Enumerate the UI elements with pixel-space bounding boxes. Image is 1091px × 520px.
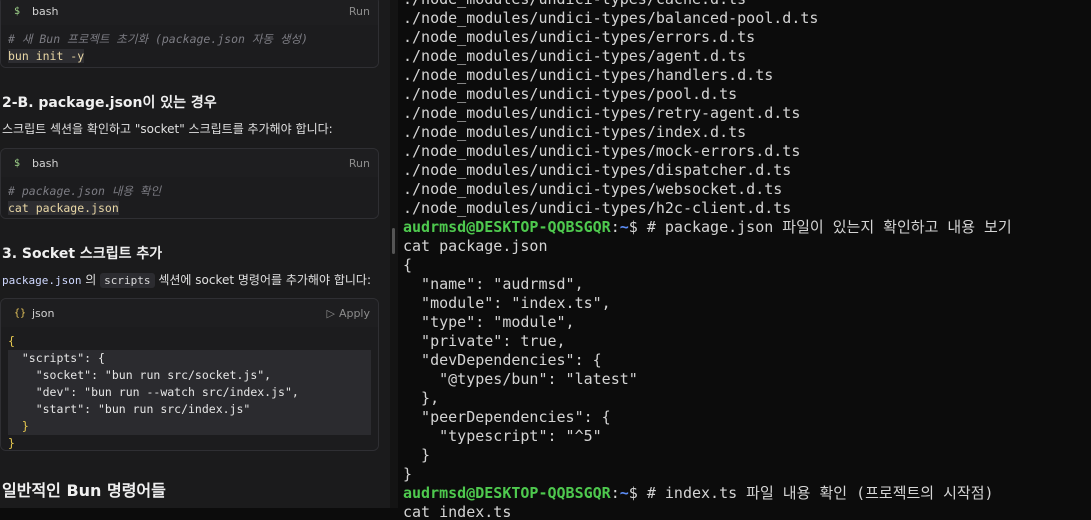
terminal-line: "module": "index.ts", [403,294,611,312]
terminal-line: ./node_modules/undici-types/pool.d.ts [403,85,738,103]
splitter-handle[interactable] [392,228,395,254]
apply-button[interactable]: ▷ Apply [326,307,370,320]
run-button[interactable]: Run [349,5,370,18]
terminal-icon: $ [14,157,21,169]
terminal-output[interactable]: ./node_modules/undici-types/cache.d.ts./… [398,0,1091,520]
prompt-command: $ # package.json 파일이 있는지 확인하고 내용 보기 [628,218,1012,236]
terminal-line: ./node_modules/undici-types/agent.d.ts [403,47,747,65]
paragraph-text: 의 [81,273,101,287]
code-line: "scripts": { [8,350,371,367]
terminal-line: ./node_modules/undici-types/errors.d.ts [403,28,756,46]
code-language-label: bash [32,4,59,18]
terminal-icon: $ [14,5,21,17]
code-block-body: # 새 Bun 프로젝트 초기화 (package.json 자동 생성) bu… [1,25,378,67]
paragraph-3: package.json 의 scripts 섹션에 socket 명령어를 추… [2,271,371,288]
terminal-line: cat package.json [403,237,548,255]
code-block-header: {} json ▷ Apply [1,299,378,327]
prompt-path: ~ [619,484,629,502]
terminal-line: "devDependencies": { [403,351,602,369]
code-block-bun-init: $ bash Run # 새 Bun 프로젝트 초기화 (package.jso… [0,0,379,68]
code-comment: # package.json 내용 확인 [8,184,162,198]
code-block-header: $ bash Run [1,0,378,25]
code-block-body: # package.json 내용 확인 cat package.json [1,177,378,218]
code-line: "start": "bun run src/index.js" [8,401,371,418]
terminal-line: ./node_modules/undici-types/dispatcher.d… [403,161,792,179]
code-block-body: { "scripts": { "socket": "bun run src/so… [1,327,378,450]
code-line: } [8,436,15,450]
apply-label: Apply [338,306,370,320]
code-language-label: json [32,306,55,320]
code-line: cat package.json [8,201,119,215]
heading-3: 3. Socket 스크립트 추가 [2,246,163,262]
inline-code: scripts [100,273,155,288]
paragraph-text: 섹션에 socket 명령어를 추가해야 합니다: [154,273,371,287]
code-language-label: bash [32,156,59,170]
terminal-line: "private": true, [403,332,566,350]
prompt-command: $ # index.ts 파일 내용 확인 (프로젝트의 시작점) [628,484,994,502]
terminal-line: "type": "module", [403,313,575,331]
prompt-path: ~ [619,218,629,236]
braces-icon: {} [14,307,27,319]
terminal-line: }, [403,389,440,407]
terminal-prompt-line: audrmsd@DESKTOP-QQBSGQR:~$ # package.jso… [403,218,1012,236]
terminal-line: ./node_modules/undici-types/handlers.d.t… [403,66,774,84]
terminal-line: "@types/bun": "latest" [403,370,638,388]
terminal-line: ./node_modules/undici-types/h2c-client.d… [403,199,792,217]
play-icon: ▷ [326,306,335,320]
code-line: bun init -y [8,49,85,63]
terminal-line: { [403,256,413,274]
terminal-line: "typescript": "^5" [403,427,602,445]
code-comment: # 새 Bun 프로젝트 초기화 (package.json 자동 생성) [8,32,309,46]
terminal-line: ./node_modules/undici-types/websocket.d.… [403,180,783,198]
code-block-json-scripts: {} json ▷ Apply { "scripts": { "socket": … [0,298,379,451]
terminal-line: ./node_modules/undici-types/balanced-poo… [403,9,819,27]
code-line: } [8,418,371,435]
code-line: "socket": "bun run src/socket.js", [8,367,371,384]
code-block-cat-package: $ bash Run # package.json 내용 확인 cat pack… [0,148,379,219]
terminal-line: ./node_modules/undici-types/index.d.ts [403,123,747,141]
terminal-line: ./node_modules/undici-types/retry-agent.… [403,104,801,122]
code-line: { [8,334,15,348]
code-block-header: $ bash Run [1,149,378,177]
terminal-line: "name": "audrmsd", [403,275,584,293]
chat-pane: $ bash Run # 새 Bun 프로젝트 초기화 (package.jso… [0,0,390,508]
terminal-line: ./node_modules/undici-types/cache.d.ts [403,0,1091,9]
terminal-line: } [403,465,413,483]
heading-general-commands: 일반적인 Bun 명령어들 [2,481,166,500]
heading-2b: 2-B. package.json이 있는 경우 [2,95,217,111]
code-line: "dev": "bun run --watch src/index.js", [8,384,371,401]
terminal-line: ./node_modules/undici-types/mock-errors.… [403,142,801,160]
prompt-user: audrmsd@DESKTOP-QQBSGQR [403,484,611,502]
terminal-line: "peerDependencies": { [403,408,611,426]
prompt-user: audrmsd@DESKTOP-QQBSGQR [403,218,611,236]
pane-splitter[interactable] [390,0,398,508]
inline-code: package.json [2,274,82,287]
terminal-line: } [403,446,431,464]
terminal-line: cat index.ts [403,503,512,520]
terminal-prompt-line: audrmsd@DESKTOP-QQBSGQR:~$ # index.ts 파일… [403,484,994,502]
run-button[interactable]: Run [349,157,370,170]
paragraph-2b: 스크립트 섹션을 확인하고 "socket" 스크립트를 추가해야 합니다: [2,122,333,136]
